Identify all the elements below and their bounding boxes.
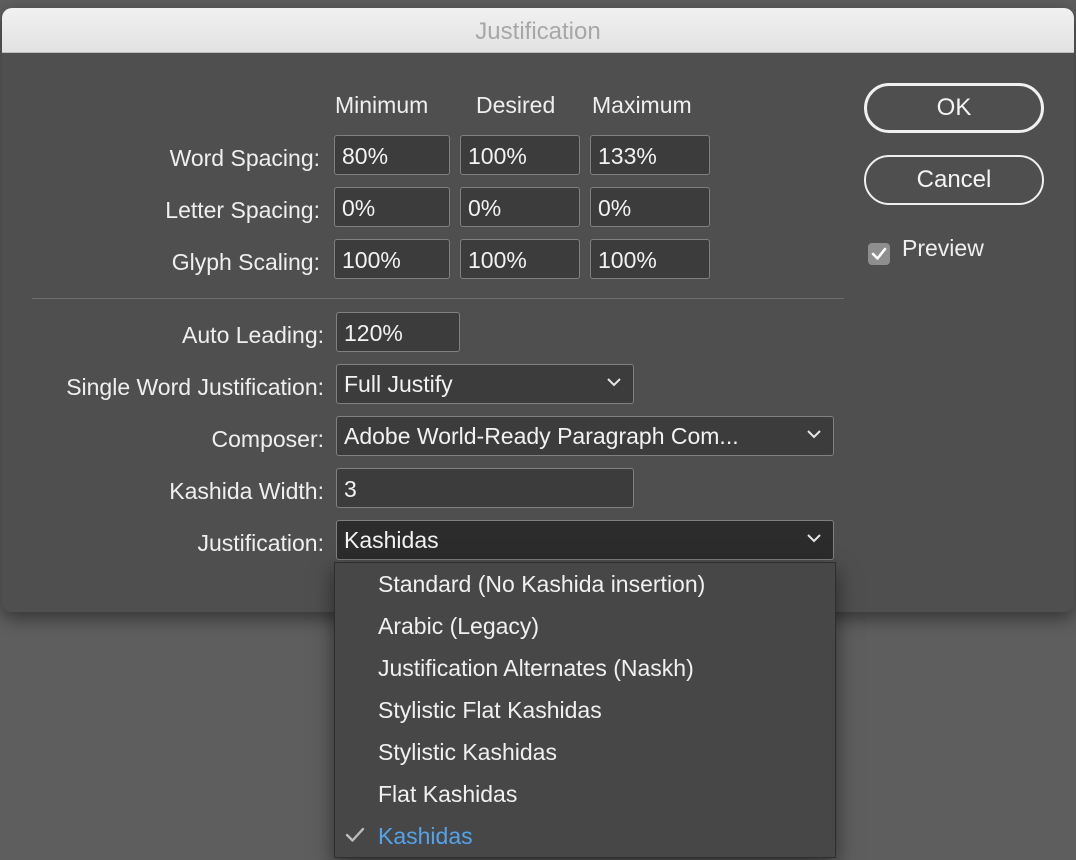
- single-word-justification-select[interactable]: Full Justify: [336, 364, 634, 404]
- word-spacing-minimum-field[interactable]: 80%: [334, 135, 450, 175]
- menu-item-kashidas[interactable]: Kashidas: [335, 815, 835, 857]
- single-word-justification-value: Full Justify: [344, 371, 453, 397]
- menu-item-stylistic-flat-kashidas[interactable]: Stylistic Flat Kashidas: [335, 689, 835, 731]
- composer-select[interactable]: Adobe World-Ready Paragraph Com...: [336, 416, 834, 456]
- word-spacing-label: Word Spacing:: [169, 145, 320, 171]
- auto-leading-field[interactable]: 120%: [336, 312, 460, 352]
- dialog-title: Justification: [475, 18, 601, 45]
- word-spacing-maximum-field[interactable]: 133%: [590, 135, 710, 175]
- menu-item-label: Kashidas: [378, 823, 473, 849]
- cancel-button[interactable]: Cancel: [864, 155, 1044, 205]
- title-bar[interactable]: Justification: [2, 8, 1074, 53]
- chevron-down-icon: [807, 430, 821, 439]
- glyph-scaling-minimum-field[interactable]: 100%: [334, 239, 450, 279]
- glyph-scaling-label: Glyph Scaling:: [171, 249, 320, 275]
- justification-label: Justification:: [197, 530, 324, 556]
- letter-spacing-maximum-field[interactable]: 0%: [590, 187, 710, 227]
- preview-checkbox[interactable]: [868, 243, 890, 265]
- letter-spacing-minimum-field[interactable]: 0%: [334, 187, 450, 227]
- justification-dropdown-menu: Standard (No Kashida insertion) Arabic (…: [334, 562, 836, 858]
- ok-button[interactable]: OK: [864, 83, 1044, 133]
- menu-item-label: Standard (No Kashida insertion): [378, 571, 706, 597]
- checkmark-icon: [871, 247, 887, 260]
- kashida-width-label: Kashida Width:: [169, 478, 324, 504]
- letter-spacing-desired-field[interactable]: 0%: [460, 187, 580, 227]
- column-header-minimum: Minimum: [335, 92, 429, 118]
- checkmark-icon: [345, 827, 365, 842]
- menu-item-flat-kashidas[interactable]: Flat Kashidas: [335, 773, 835, 815]
- justification-select[interactable]: Kashidas: [336, 520, 834, 560]
- letter-spacing-label: Letter Spacing:: [165, 197, 320, 223]
- glyph-scaling-maximum-field[interactable]: 100%: [590, 239, 710, 279]
- menu-item-label: Stylistic Flat Kashidas: [378, 697, 602, 723]
- column-header-maximum: Maximum: [592, 92, 692, 118]
- column-header-desired: Desired: [476, 92, 556, 118]
- single-word-justification-label: Single Word Justification:: [66, 374, 324, 400]
- menu-item-label: Flat Kashidas: [378, 781, 518, 807]
- menu-item-label: Arabic (Legacy): [378, 613, 540, 639]
- section-divider: [32, 298, 844, 299]
- glyph-scaling-desired-field[interactable]: 100%: [460, 239, 580, 279]
- menu-item-justification-alternates[interactable]: Justification Alternates (Naskh): [335, 647, 835, 689]
- word-spacing-desired-field[interactable]: 100%: [460, 135, 580, 175]
- menu-item-standard[interactable]: Standard (No Kashida insertion): [335, 563, 835, 605]
- justification-dialog: Justification Minimum Desired Maximum Wo…: [2, 8, 1074, 612]
- chevron-down-icon: [607, 378, 621, 387]
- menu-item-arabic-legacy[interactable]: Arabic (Legacy): [335, 605, 835, 647]
- kashida-width-field[interactable]: 3: [336, 468, 634, 508]
- menu-item-stylistic-kashidas[interactable]: Stylistic Kashidas: [335, 731, 835, 773]
- preview-label[interactable]: Preview: [902, 235, 984, 262]
- auto-leading-label: Auto Leading:: [182, 322, 324, 348]
- composer-label: Composer:: [211, 426, 324, 452]
- menu-item-label: Justification Alternates (Naskh): [378, 655, 694, 681]
- composer-value: Adobe World-Ready Paragraph Com...: [344, 423, 739, 449]
- menu-item-label: Stylistic Kashidas: [378, 739, 557, 765]
- justification-value: Kashidas: [344, 527, 439, 553]
- chevron-down-icon: [807, 534, 821, 543]
